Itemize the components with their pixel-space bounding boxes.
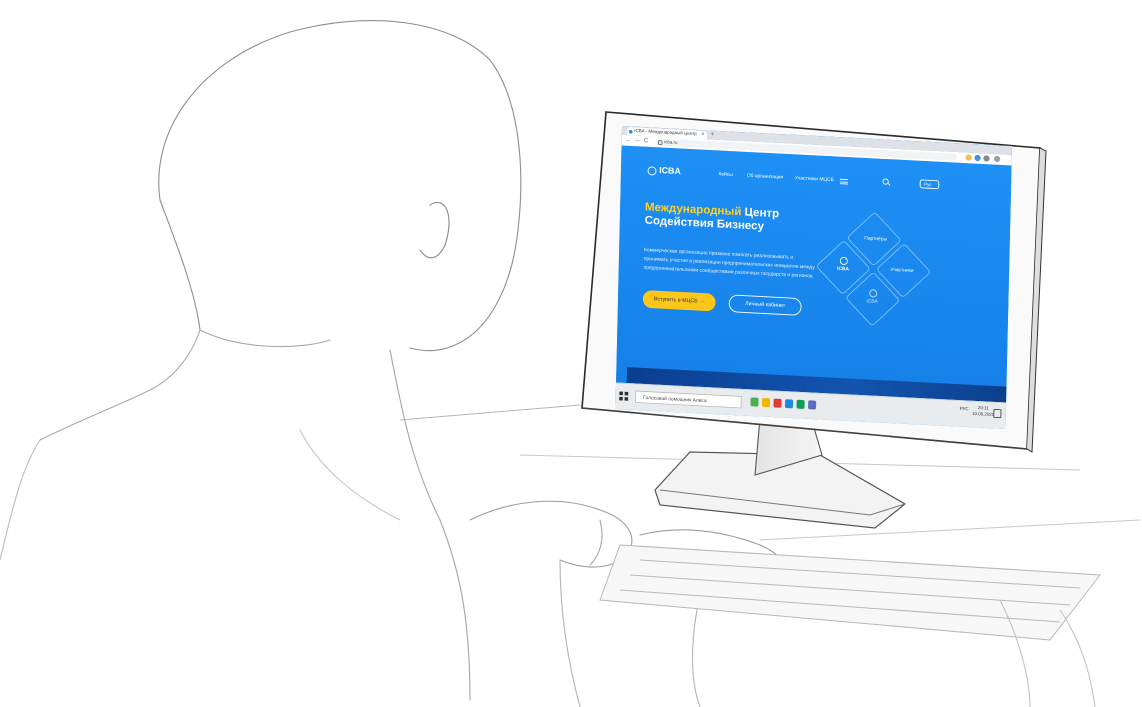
logo-text: ICBA	[659, 165, 681, 177]
app-icon[interactable]	[784, 399, 794, 409]
join-button[interactable]: Вступить в МЦСБ →	[642, 290, 716, 312]
profile-avatar[interactable]	[993, 155, 1001, 163]
address-text: icba.ru	[664, 139, 678, 146]
globe-icon	[869, 289, 878, 298]
taskbar-search[interactable]: Голосовой помощник Алиса	[635, 390, 742, 409]
chrome-icon[interactable]	[796, 399, 805, 409]
nav-item-members[interactable]: Участники МЦСБ	[795, 176, 834, 183]
app-icon[interactable]	[808, 400, 817, 410]
opera-icon[interactable]	[773, 398, 782, 408]
extension-icon[interactable]	[983, 155, 990, 162]
notification-icon[interactable]	[993, 408, 1002, 419]
favicon-icon	[628, 129, 633, 134]
folder-icon[interactable]	[761, 397, 771, 408]
cabinet-button[interactable]: Личный кабинет	[728, 294, 802, 316]
nav-item-about[interactable]: Об организации	[747, 173, 783, 180]
nav-item-cases[interactable]: Кейсы	[718, 172, 732, 178]
keyboard	[599, 544, 1101, 641]
reload-button[interactable]: C	[644, 137, 649, 146]
new-tab-button[interactable]: +	[710, 131, 714, 140]
extension-icon[interactable]	[974, 154, 981, 162]
bottom-tile-label: ICBA	[866, 298, 878, 305]
globe-icon	[647, 166, 657, 176]
app-icon[interactable]	[750, 397, 759, 407]
taskbar-clock[interactable]: 20:11 10.06.2020	[972, 405, 994, 419]
taskbar-language[interactable]: РУС	[960, 406, 969, 412]
back-button[interactable]: ←	[625, 136, 631, 145]
website: ICBA Кейсы Об организации Участники МЦСБ…	[616, 145, 1012, 403]
menu-icon[interactable]	[839, 178, 848, 185]
language-select[interactable]: Рус	[919, 179, 940, 190]
clock-time: 20:11	[977, 405, 989, 412]
clock-date: 10.06.2020	[972, 411, 995, 418]
hero-headline: Международный Центр Содействия Бизнесу	[645, 200, 780, 233]
partners-label: Партнёры	[864, 235, 888, 243]
extension-icon[interactable]	[965, 154, 972, 161]
windows-start-icon[interactable]	[619, 391, 629, 401]
close-tab-icon[interactable]: ×	[701, 131, 704, 139]
members-label: Участники	[890, 267, 914, 274]
icba-tile-label: ICBA	[836, 266, 849, 273]
lock-icon	[657, 140, 663, 145]
globe-icon	[839, 256, 848, 266]
browser-window: ICBA - Международный Центр × + ← → C icb…	[615, 126, 1013, 430]
hero-description: Коммерческая организация призвана помога…	[643, 246, 814, 281]
forward-button[interactable]: →	[634, 136, 640, 145]
search-icon[interactable]	[882, 178, 889, 185]
